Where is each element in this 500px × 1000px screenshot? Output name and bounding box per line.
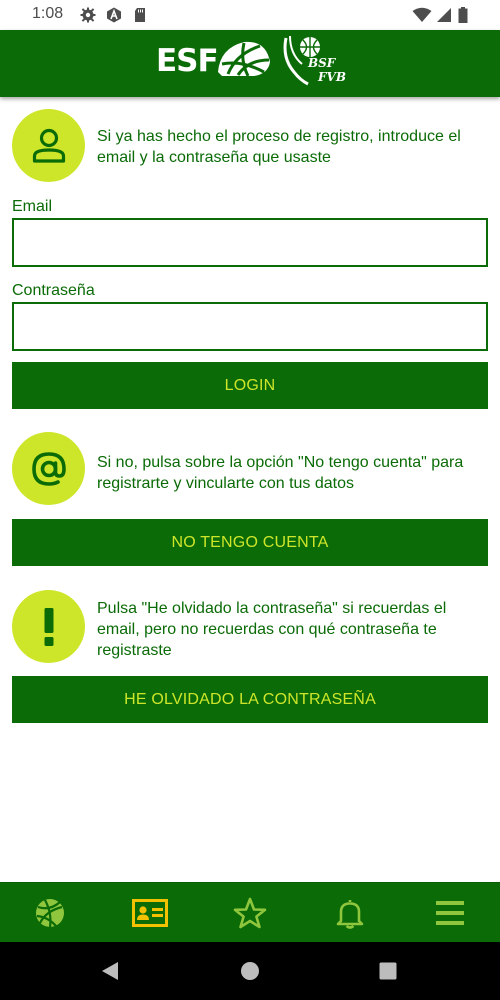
app-header: ESF BSF FVB <box>0 30 500 97</box>
system-nav-bar <box>0 942 500 1000</box>
home-button[interactable] <box>220 942 280 1000</box>
register-info-row: Si no, pulsa sobre la opción "No tengo c… <box>12 432 492 506</box>
recents-icon <box>379 962 397 980</box>
email-field[interactable] <box>12 218 488 267</box>
signal-icon <box>437 8 451 22</box>
recents-button[interactable] <box>358 942 418 1000</box>
password-label: Contraseña <box>12 282 95 299</box>
login-info-circle <box>12 109 85 182</box>
no-account-button[interactable]: NO TENGO CUENTA <box>12 519 488 566</box>
password-field[interactable] <box>12 302 488 351</box>
login-info-text: Si ya has hecho el proceso de registro, … <box>97 128 461 166</box>
menu-icon <box>436 901 464 925</box>
at-icon <box>31 451 66 486</box>
basketball-icon <box>36 899 64 928</box>
home-icon <box>241 962 259 980</box>
nav-item-favorites[interactable] <box>200 883 300 943</box>
status-time: 1:08 <box>32 5 64 22</box>
id-card-icon <box>132 899 168 927</box>
bsf-logo-text: BSF <box>308 56 336 70</box>
forgot-info-row: Pulsa "He olvidado la contraseña" si rec… <box>12 590 492 664</box>
register-info-circle <box>12 432 85 505</box>
esf-logo-text: ESF <box>156 43 219 79</box>
bottom-nav <box>0 882 500 943</box>
nav-item-notifications[interactable] <box>300 883 400 943</box>
wifi-icon <box>412 7 432 22</box>
status-bar: 1:08 <box>0 0 500 30</box>
nav-item-menu[interactable] <box>400 883 500 943</box>
back-icon <box>102 962 118 980</box>
esf-basketball-logo <box>218 41 270 77</box>
exclamation-icon <box>44 607 53 646</box>
battery-icon <box>458 7 468 23</box>
back-button[interactable] <box>80 942 140 1000</box>
forgot-info-text: Pulsa "He olvidado la contraseña" si rec… <box>97 600 447 659</box>
email-label: Email <box>12 198 53 215</box>
a-icon <box>107 7 121 23</box>
gear-icon <box>80 7 96 23</box>
login-info-row: Si ya has hecho el proceso de registro, … <box>12 109 492 183</box>
user-icon <box>32 128 65 163</box>
forgot-password-button[interactable]: HE OLVIDADO LA CONTRASEÑA <box>12 676 488 723</box>
login-button[interactable]: LOGIN <box>12 362 488 409</box>
nav-item-id-card[interactable] <box>100 883 200 943</box>
register-info-text: Si no, pulsa sobre la opción "No tengo c… <box>97 454 464 492</box>
star-icon <box>233 897 267 929</box>
bell-icon <box>336 900 364 929</box>
nav-item-basketball[interactable] <box>0 883 100 943</box>
sd-card-icon <box>135 8 145 22</box>
forgot-info-circle <box>12 590 85 663</box>
fvb-logo-text: FVB <box>318 70 346 84</box>
